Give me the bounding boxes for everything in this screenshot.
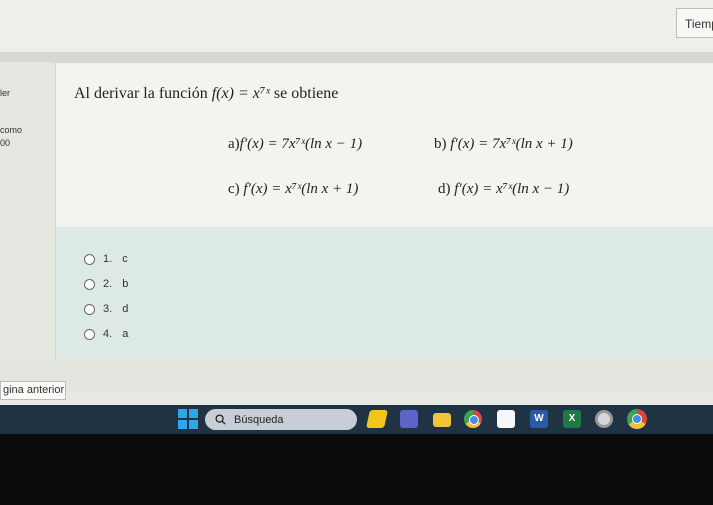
answer-label: d [122, 303, 129, 315]
chrome-icon[interactable] [627, 409, 647, 429]
radio-button[interactable] [84, 328, 95, 340]
browser-top-area [0, 0, 713, 52]
question-text: Al derivar la función f(x) = x⁷ˣ se obti… [74, 85, 338, 103]
timer-box: Tiemp [676, 8, 713, 38]
option-d-expr: f′(x) = x⁷ˣ(ln x − 1) [454, 181, 570, 197]
option-a-expr: f′(x) = 7x⁷ˣ(ln x − 1) [239, 136, 363, 152]
option-a: a)f′(x) = 7x⁷ˣ(ln x − 1) [228, 136, 362, 153]
answer-number: 3. [103, 303, 113, 315]
app-icon[interactable] [366, 410, 388, 428]
search-icon [215, 414, 226, 425]
left-fragment-2: como [0, 125, 23, 135]
radio-button[interactable] [84, 303, 95, 315]
option-c: c) f′(x) = x⁷ˣ(ln x + 1) [228, 181, 358, 198]
option-c-label: c) [228, 181, 240, 197]
answer-label: b [122, 278, 129, 290]
answer-option-4[interactable]: 4. a [84, 326, 128, 342]
answer-label: a [122, 328, 129, 340]
option-d-label: d) [438, 181, 451, 197]
monitor-bezel [0, 434, 713, 505]
question-function: f(x) = x⁷ˣ [211, 85, 270, 102]
answer-number: 1. [103, 253, 113, 265]
answer-option-3[interactable]: 3. d [84, 301, 128, 317]
chrome-icon[interactable] [464, 410, 482, 428]
word-icon[interactable]: W [530, 410, 548, 428]
radio-button[interactable] [84, 278, 95, 290]
page-bottom-area [0, 359, 713, 391]
search-label: Búsqueda [234, 413, 284, 426]
radio-button[interactable] [84, 253, 95, 265]
question-outro: se obtiene [273, 85, 339, 102]
file-explorer-icon[interactable] [433, 413, 451, 427]
taskbar-search[interactable]: Búsqueda [205, 409, 357, 430]
video-call-icon[interactable] [400, 410, 418, 428]
answer-label: c [122, 253, 128, 265]
option-c-expr: f′(x) = x⁷ˣ(ln x + 1) [243, 181, 359, 197]
settings-icon[interactable] [595, 410, 613, 428]
option-b-label: b) [434, 136, 447, 152]
left-fragment-1: ler [0, 88, 11, 98]
left-panel: ler como 00 [0, 62, 55, 380]
option-d: d) f′(x) = x⁷ˣ(ln x − 1) [438, 181, 569, 198]
answer-number: 4. [103, 328, 113, 340]
option-b: b) f′(x) = 7x⁷ˣ(ln x + 1) [434, 136, 573, 153]
windows-start-icon[interactable] [178, 409, 198, 429]
option-a-label: a) [228, 136, 240, 152]
answer-number: 2. [103, 278, 113, 290]
answer-option-1[interactable]: 1. c [84, 251, 128, 267]
question-intro: Al derivar la función [74, 85, 208, 102]
option-b-expr: f′(x) = 7x⁷ˣ(ln x + 1) [450, 136, 573, 152]
answer-option-2[interactable]: 2. b [84, 276, 128, 292]
left-fragment-3: 00 [0, 138, 11, 148]
answers-panel: 1. c 2. b 3. d 4. a [55, 227, 713, 359]
separator-bar [0, 52, 713, 62]
excel-icon[interactable]: X [563, 410, 581, 428]
question-card: Al derivar la función f(x) = x⁷ˣ se obti… [55, 62, 713, 227]
store-icon[interactable] [497, 410, 515, 428]
previous-page-button[interactable]: gina anterior [0, 381, 66, 400]
